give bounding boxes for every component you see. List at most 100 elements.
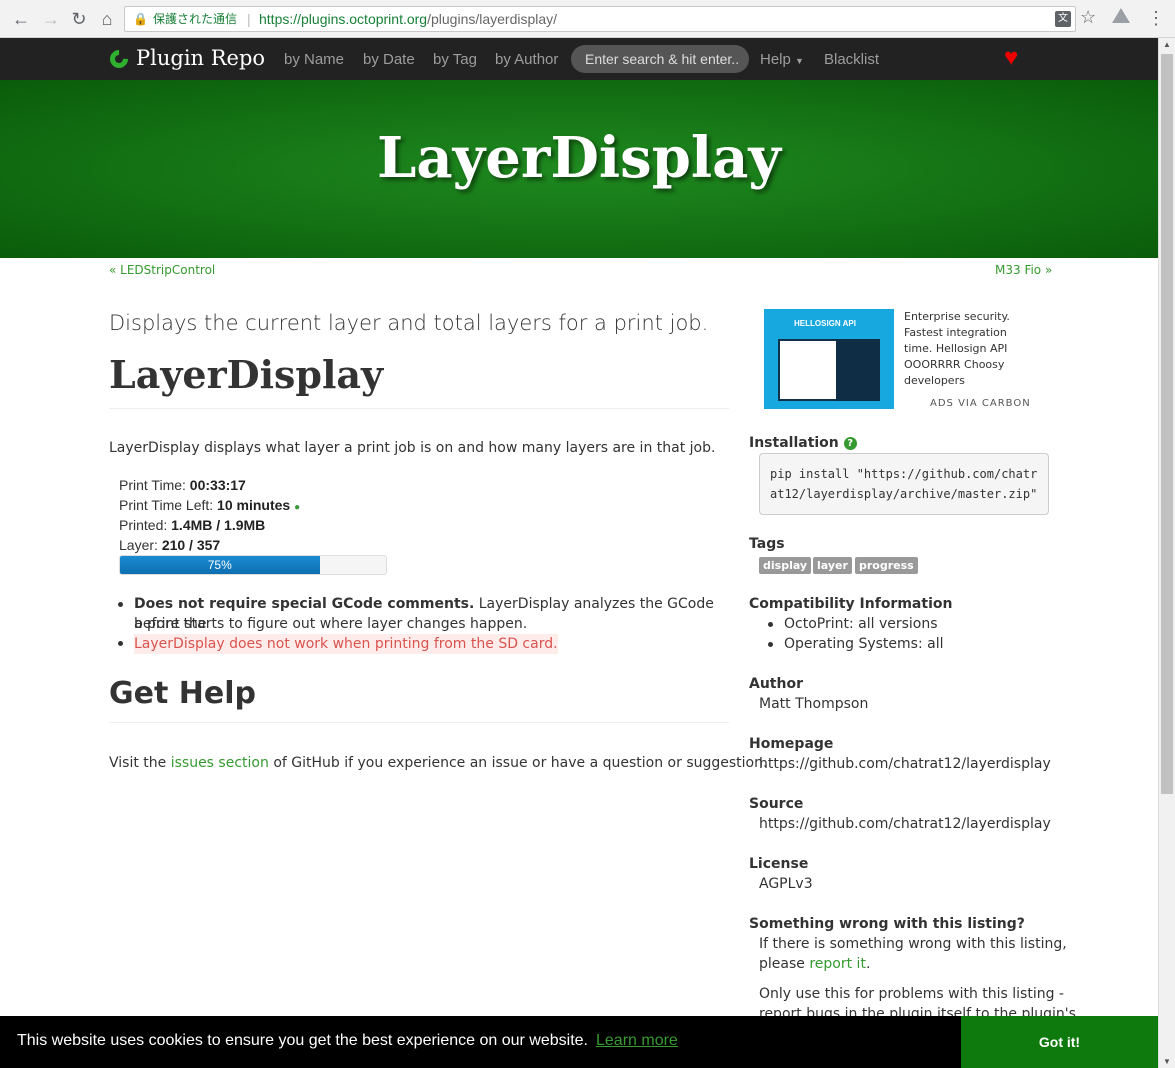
issues-link[interactable]: issues section xyxy=(171,755,269,771)
brand-link[interactable]: Plugin Repo xyxy=(136,46,265,70)
ads-via-carbon[interactable]: ADS VIA CARBON xyxy=(930,398,1031,409)
stat-layer: Layer: 210 / 357 xyxy=(119,537,220,553)
cookie-text: This website uses cookies to ensure you … xyxy=(17,1032,588,1049)
homepage-link[interactable]: https://github.com/chatrat12/layerdispla… xyxy=(759,754,1051,774)
site-navbar: Plugin Repo by Name by Date by Tag by Au… xyxy=(0,38,1158,80)
learn-more-link[interactable]: Learn more xyxy=(596,1032,678,1049)
wrong-listing-heading: Something wrong with this listing? xyxy=(749,916,1025,932)
license-heading: License xyxy=(749,856,809,872)
wrong-listing-post: . xyxy=(865,956,871,972)
back-icon[interactable]: ← xyxy=(10,8,32,30)
time-left-value: 10 minutes xyxy=(217,497,291,513)
octoprint-logo-icon[interactable] xyxy=(106,46,132,72)
stat-printed: Printed: 1.4MB / 1.9MB xyxy=(119,517,265,533)
source-heading: Source xyxy=(749,796,804,812)
carbon-ad-text[interactable]: Enterprise security. Fastest integration… xyxy=(904,309,1029,389)
carbon-ad-image[interactable]: HELLOSIGN API xyxy=(764,309,894,409)
search-input[interactable]: Enter search & hit enter.. xyxy=(571,45,749,73)
nav-blacklist[interactable]: Blacklist xyxy=(824,51,879,68)
ad-code-graphic xyxy=(836,339,880,401)
author-heading: Author xyxy=(749,676,803,692)
heart-icon[interactable]: ♥ xyxy=(1004,44,1018,72)
layer-progress-bar: 75% xyxy=(119,555,387,575)
browser-menu-icon[interactable]: ⋮ xyxy=(1147,6,1165,30)
home-icon[interactable]: ⌂ xyxy=(96,8,118,30)
compat-os: Operating Systems: all xyxy=(784,636,944,652)
scroll-up-arrow-icon[interactable]: ▲ xyxy=(1163,40,1171,49)
feature-no-gcode-bold: Does not require special GCode comments. xyxy=(134,596,475,612)
tag-progress[interactable]: progress xyxy=(855,557,918,574)
prev-plugin-link[interactable]: « LEDStripControl xyxy=(109,263,215,277)
source-link[interactable]: https://github.com/chatrat12/layerdispla… xyxy=(759,814,1051,834)
hero-banner: LayerDisplay xyxy=(0,80,1158,258)
lock-icon: 🔒 xyxy=(133,12,148,26)
help-text: Visit the issues section of GitHub if yo… xyxy=(109,755,767,771)
status-dot-icon: ● xyxy=(294,502,301,513)
compat-octoprint: OctoPrint: all versions xyxy=(784,616,938,632)
plugin-summary: Displays the current layer and total lay… xyxy=(109,311,709,335)
sd-card-warning: LayerDisplay does not work when printing… xyxy=(134,634,558,654)
print-time-label: Print Time: xyxy=(119,477,186,493)
drive-icon[interactable] xyxy=(1112,8,1130,23)
report-link[interactable]: report it xyxy=(809,956,866,972)
wrong-listing-line2: please report it. xyxy=(759,954,870,974)
install-command[interactable]: pip install "https://github.com/chatrat1… xyxy=(759,453,1049,515)
bullet-dot xyxy=(768,622,773,627)
plugin-title: LayerDisplay xyxy=(109,352,384,397)
compat-heading: Compatibility Information xyxy=(749,596,953,612)
tags-heading: Tags xyxy=(749,536,785,552)
help-label: Help xyxy=(760,51,791,68)
browser-toolbar: ← → ↻ ⌂ 🔒 保護された通信 | https://plugins.octo… xyxy=(0,0,1175,38)
secure-label: 保護された通信 xyxy=(153,12,238,26)
scroll-down-arrow-icon[interactable]: ▼ xyxy=(1163,1057,1171,1066)
scroll-thumb[interactable] xyxy=(1161,54,1173,794)
only-use-line1: Only use this for problems with this lis… xyxy=(759,986,1064,1002)
nav-by-tag[interactable]: by Tag xyxy=(433,51,477,68)
address-bar[interactable]: 🔒 保護された通信 | https://plugins.octoprint.or… xyxy=(124,6,1076,32)
page-scrollbar[interactable]: ▲ ▼ xyxy=(1158,38,1175,1068)
wrong-listing-pre: please xyxy=(759,956,805,972)
next-plugin-link[interactable]: M33 Fio » xyxy=(995,263,1052,277)
question-icon[interactable]: ? xyxy=(843,437,857,450)
plugin-intro: LayerDisplay displays what layer a print… xyxy=(109,440,716,456)
cookie-message: This website uses cookies to ensure you … xyxy=(17,1032,678,1050)
bookmark-star-icon[interactable]: ☆ xyxy=(1080,7,1096,28)
tag-display[interactable]: display xyxy=(759,557,812,574)
bullet-dot xyxy=(118,641,123,646)
nav-by-date[interactable]: by Date xyxy=(363,51,415,68)
url-separator: | xyxy=(247,11,251,27)
cookie-banner: This website uses cookies to ensure you … xyxy=(0,1016,1158,1068)
author-name: Matt Thompson xyxy=(759,696,869,712)
printed-label: Printed: xyxy=(119,517,168,533)
print-time-value: 00:33:17 xyxy=(189,477,246,493)
forward-icon[interactable]: → xyxy=(40,8,62,30)
caret-down-icon: ▼ xyxy=(795,56,804,66)
get-help-heading: Get Help xyxy=(109,676,256,711)
nav-by-name[interactable]: by Name xyxy=(284,51,344,68)
homepage-heading: Homepage xyxy=(749,736,834,752)
wrong-listing-line1: If there is something wrong with this li… xyxy=(759,936,1067,952)
nav-help-dropdown[interactable]: Help ▼ xyxy=(760,51,804,68)
printed-value: 1.4MB / 1.9MB xyxy=(171,517,266,533)
bullet-dot xyxy=(768,642,773,647)
bullet-dot xyxy=(118,602,123,607)
stat-print-time: Print Time: 00:33:17 xyxy=(119,477,246,493)
title-divider xyxy=(109,408,729,409)
layer-value: 210 / 357 xyxy=(161,537,221,553)
banner-title: LayerDisplay xyxy=(377,125,781,191)
help-text-post: of GitHub if you experience an issue or … xyxy=(273,755,768,771)
feature-no-gcode-line2: a print starts to figure out where layer… xyxy=(134,616,528,632)
url-text: https://plugins.octoprint.org/plugins/la… xyxy=(259,7,557,31)
reload-icon[interactable]: ↻ xyxy=(68,8,90,30)
cookie-accept-button[interactable]: Got it! xyxy=(961,1016,1158,1068)
help-text-pre: Visit the xyxy=(109,755,167,771)
url-path: /plugins/layerdisplay/ xyxy=(427,11,558,27)
translate-icon[interactable]: 文 xyxy=(1055,11,1071,27)
ad-brand: HELLOSIGN API xyxy=(794,319,856,328)
layer-label: Layer: xyxy=(119,537,158,553)
time-left-label: Print Time Left: xyxy=(119,497,214,513)
installation-heading: Installation ? xyxy=(749,435,857,451)
help-divider xyxy=(109,722,729,723)
nav-by-author[interactable]: by Author xyxy=(495,51,558,68)
tag-layer[interactable]: layer xyxy=(813,557,852,574)
